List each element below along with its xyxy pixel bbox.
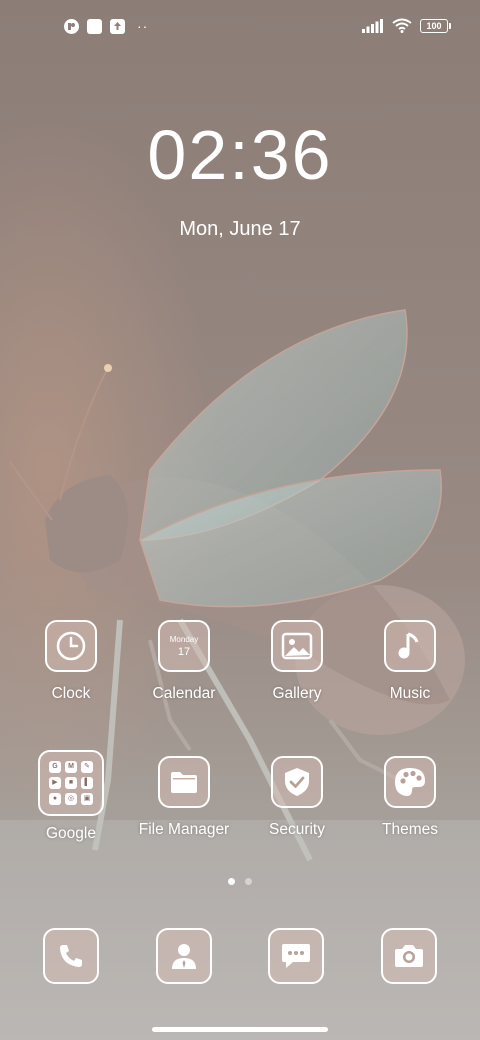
app-label: Themes [382,821,438,838]
youtube-icon: ▶ [49,777,61,789]
app-clock[interactable]: Clock [15,620,127,704]
home-gesture-bar[interactable] [152,1027,328,1032]
square-notification-icon [87,19,102,34]
calendar-icon: Monday 17 [158,620,210,672]
shield-icon [271,756,323,808]
page-dot[interactable] [245,878,252,885]
app-calendar[interactable]: Monday 17 Calendar [128,620,240,704]
clock-icon [45,620,97,672]
photos-icon: ◎ [65,793,77,805]
dock-phone[interactable] [43,928,99,984]
meet-icon: ■ [65,777,77,789]
music-icon [384,620,436,672]
clock-date[interactable]: Mon, June 17 [0,216,480,242]
folder-icon: G M ✎ ▶ ■ ▌ ● ◎ ▣ [38,750,104,816]
app-label: File Manager [138,821,230,838]
status-bar: ·· 100 [0,0,480,56]
clock-time[interactable]: 02:36 [0,112,480,198]
phone-icon [43,928,99,984]
gallery-icon [271,620,323,672]
dock-camera[interactable] [381,928,437,984]
more-notifications: ·· [137,18,149,34]
page-dot-active[interactable] [228,878,235,885]
app-label: Calendar [152,685,216,702]
contacts-icon [156,928,212,984]
calendar-icon-date: 17 [177,646,191,658]
app-label: Google [46,825,96,842]
app-themes[interactable]: Themes [354,756,466,840]
notification-icons: ·· [64,19,148,34]
file-manager-icon [158,756,210,808]
app-label: Security [269,821,325,838]
chrome-icon: ● [49,793,61,805]
app-label: Gallery [272,685,322,702]
messages-icon [268,928,324,984]
system-icons: 100 [362,18,451,33]
upload-notification-icon [110,19,125,34]
app-google-folder[interactable]: G M ✎ ▶ ■ ▌ ● ◎ ▣ Google [15,750,127,844]
maps-icon: ✎ [81,761,93,773]
dock-contacts[interactable] [156,928,212,984]
gmail-icon: M [65,761,77,773]
app-security[interactable]: Security [241,756,353,840]
app-file-manager[interactable]: File Manager [128,756,240,840]
play-store-icon: ▣ [81,793,93,805]
dock-messages[interactable] [268,928,324,984]
camera-icon [381,928,437,984]
app-label: Music [389,685,431,702]
app-gallery[interactable]: Gallery [241,620,353,704]
cellular-signal-icon [362,18,383,33]
app-music[interactable]: Music [354,620,466,704]
battery-indicator: 100 [420,18,451,33]
google-icon: G [49,761,61,773]
wifi-icon [392,18,412,33]
app-notification-icon [64,19,79,34]
palette-icon [384,756,436,808]
folder-grid: G M ✎ ▶ ■ ▌ ● ◎ ▣ [49,761,93,805]
app-label: Clock [51,685,91,702]
calendar-icon-day: Monday [169,635,199,644]
page-indicator [0,878,480,885]
drive-icon: ▌ [81,777,93,789]
